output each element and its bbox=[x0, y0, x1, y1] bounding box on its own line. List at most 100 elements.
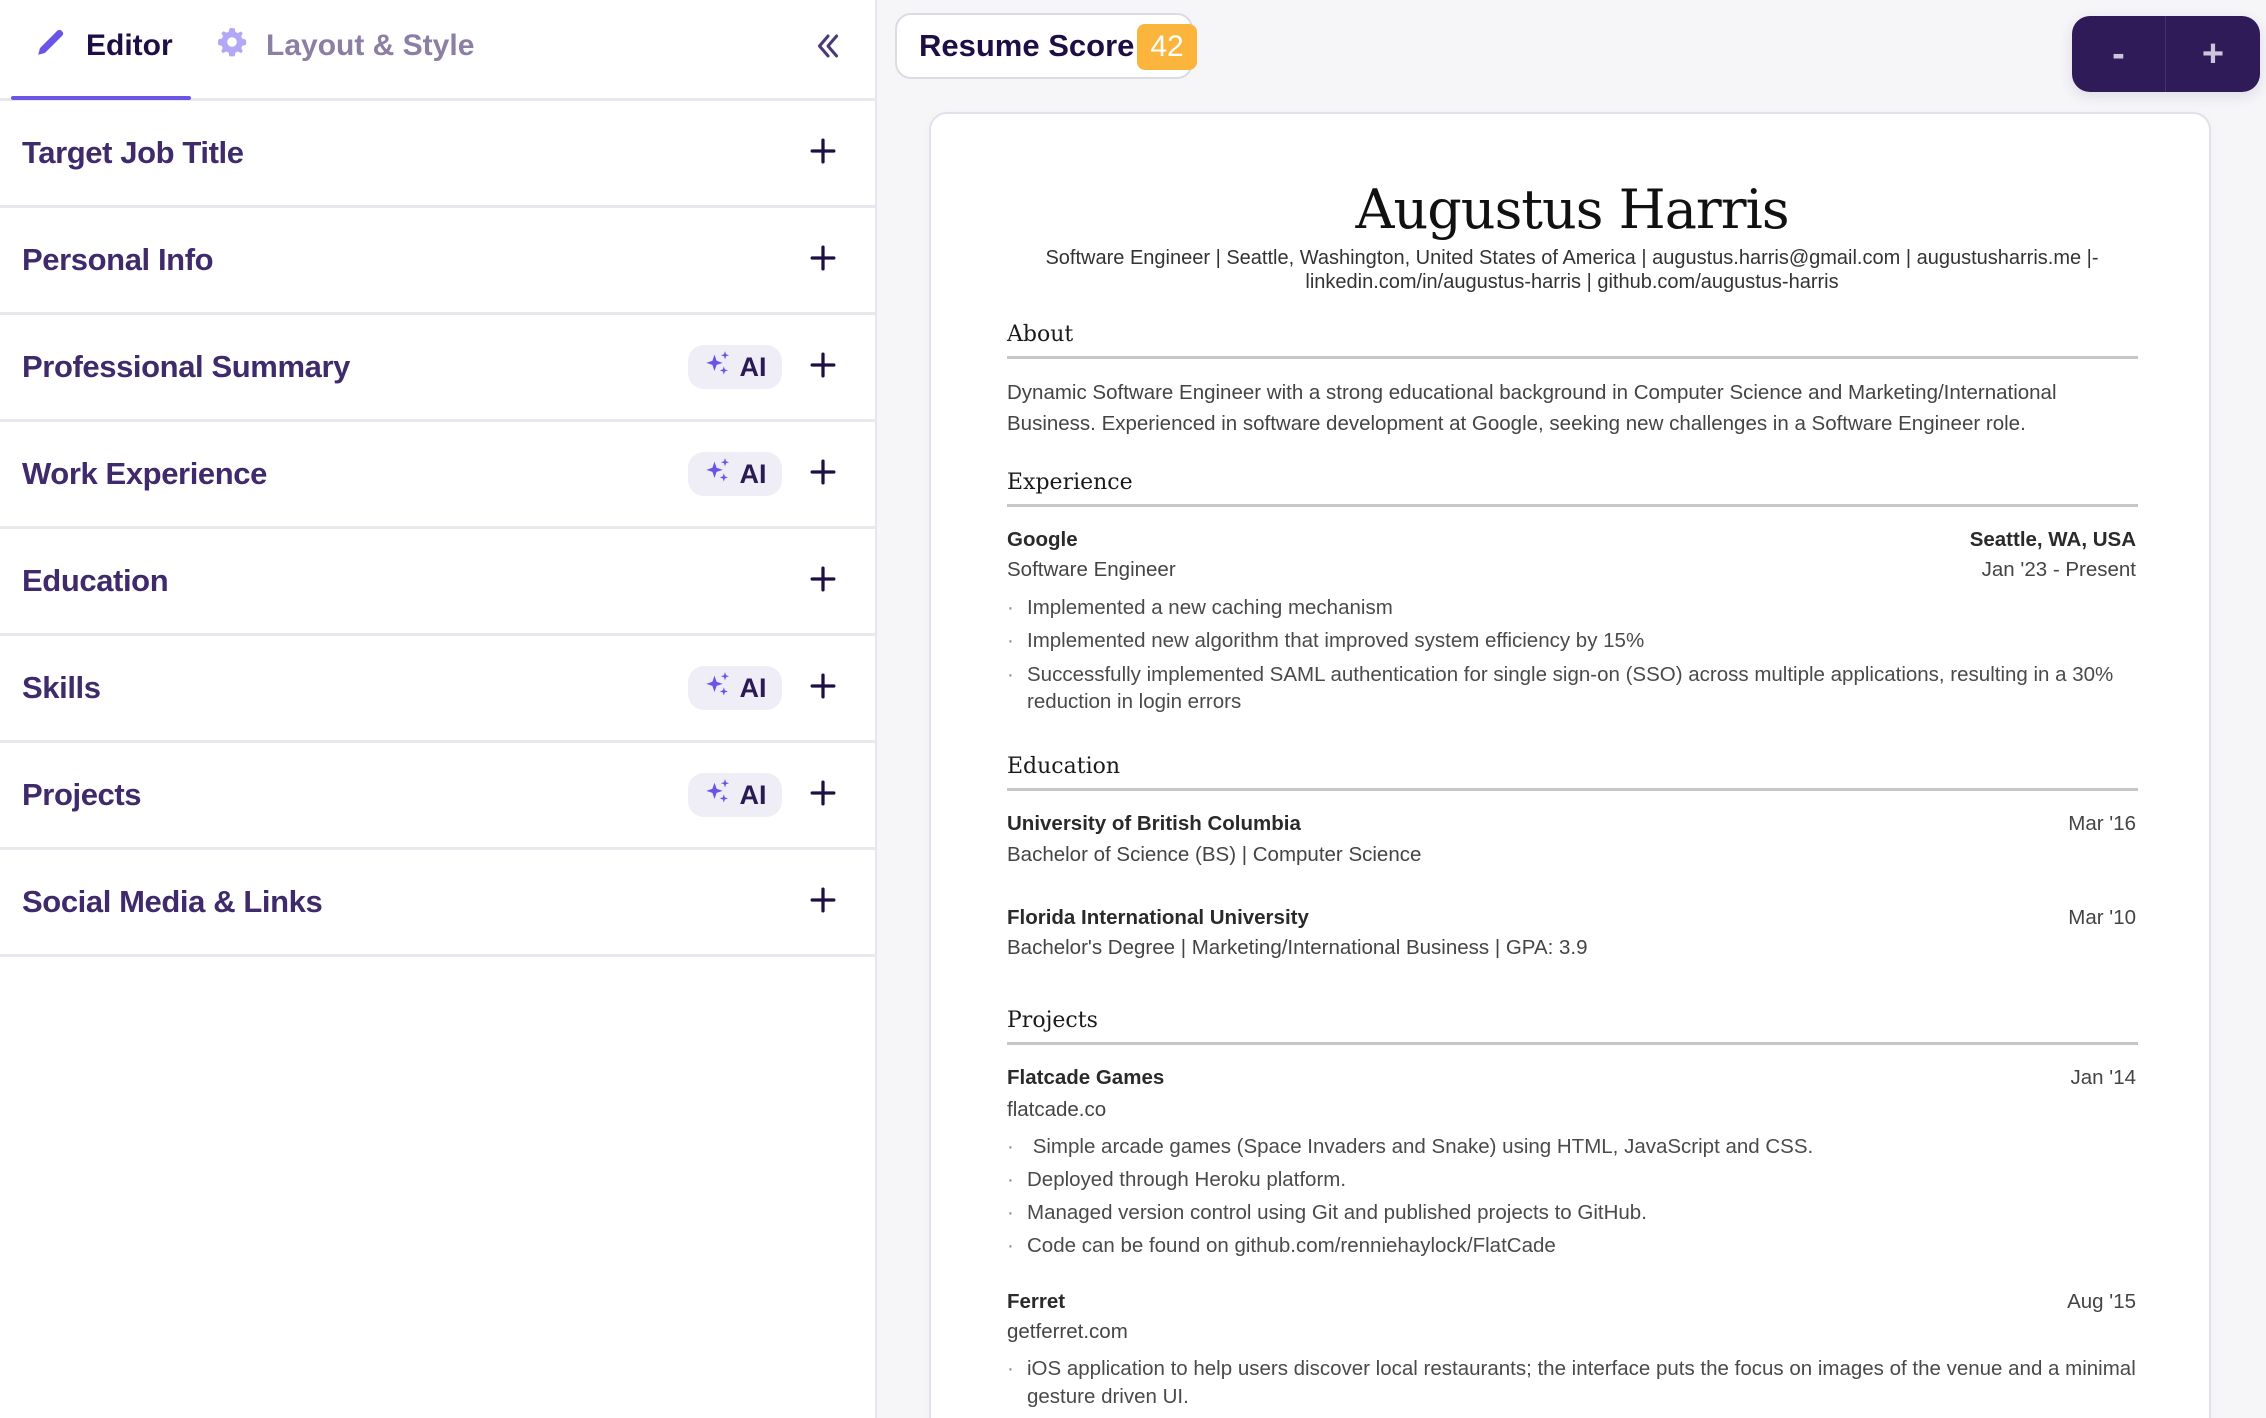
tab-editor[interactable]: Editor bbox=[34, 24, 173, 68]
section-divider bbox=[1007, 356, 2138, 359]
section-heading-projects: Projects bbox=[1007, 1008, 1098, 1033]
plus-icon bbox=[810, 780, 836, 811]
experience-dates: Jan '23 - Present bbox=[1981, 558, 2136, 581]
bullet-text: gesture driven UI. bbox=[1027, 1385, 1189, 1408]
bullet-text: Implemented new algorithm that improved … bbox=[1027, 629, 1645, 652]
education-degree: Bachelor's Degree | Marketing/Internatio… bbox=[1007, 936, 1588, 959]
add-skills-button[interactable] bbox=[808, 673, 838, 703]
double-chevron-left-icon bbox=[811, 29, 845, 68]
sparkles-icon bbox=[704, 778, 732, 813]
add-social-media-links-button[interactable] bbox=[808, 887, 838, 917]
experience-location: Seattle, WA, USA bbox=[1969, 528, 2136, 551]
resume-builder-app: Editor Layout & Style Target Job Title P… bbox=[0, 0, 2266, 1418]
ai-assist-button[interactable]: AI bbox=[688, 773, 782, 817]
section-label: Skills bbox=[22, 670, 101, 705]
plus-icon bbox=[810, 887, 836, 918]
ai-label: AI bbox=[739, 351, 767, 382]
experience-bullet: · Successfully implemented SAML authentic… bbox=[1007, 663, 2114, 686]
sparkles-icon bbox=[704, 350, 732, 385]
project-bullet: · Deployed through Heroku platform. bbox=[1007, 1168, 1347, 1191]
bullet-text: Deployed through Heroku platform. bbox=[1027, 1168, 1347, 1191]
tab-layout-style[interactable]: Layout & Style bbox=[216, 24, 474, 68]
section-work-experience[interactable]: Work Experience AI bbox=[0, 422, 875, 529]
plus-icon bbox=[810, 459, 836, 490]
resume-score-label: Resume Score bbox=[919, 28, 1135, 63]
section-label: Work Experience bbox=[22, 456, 267, 491]
zoom-in-button[interactable]: + bbox=[2166, 16, 2260, 92]
ai-label: AI bbox=[739, 672, 767, 703]
collapse-sidebar-button[interactable] bbox=[808, 28, 848, 68]
project-bullet: · Code can be found on github.com/rennieh… bbox=[1007, 1234, 1556, 1257]
plus-icon bbox=[810, 352, 836, 383]
project-date: Jan '14 bbox=[2070, 1066, 2136, 1089]
section-target-job-title[interactable]: Target Job Title bbox=[0, 101, 875, 208]
pencil-icon bbox=[34, 25, 68, 67]
section-list: Target Job Title Personal Info Professio… bbox=[0, 101, 875, 957]
section-personal-info[interactable]: Personal Info bbox=[0, 208, 875, 315]
zoom-controls: - + bbox=[2072, 16, 2260, 92]
resume-name: Augustus Harris bbox=[1355, 178, 1789, 241]
bullet-text: Successfully implemented SAML authentica… bbox=[1027, 663, 2114, 686]
section-divider bbox=[1007, 1042, 2138, 1045]
tab-layout-label: Layout & Style bbox=[266, 29, 475, 62]
ai-assist-button[interactable]: AI bbox=[688, 345, 782, 389]
section-professional-summary[interactable]: Professional Summary AI bbox=[0, 315, 875, 422]
project-bullet: · Managed version control using Git and p… bbox=[1007, 1201, 1647, 1224]
project-bullet-continued: gesture driven UI. bbox=[1007, 1385, 1189, 1409]
plus-icon bbox=[810, 245, 836, 276]
add-projects-button[interactable] bbox=[808, 780, 838, 810]
section-divider bbox=[1007, 788, 2138, 791]
section-label: Professional Summary bbox=[22, 349, 350, 384]
about-text-line: Dynamic Software Engineer with a strong … bbox=[1007, 381, 2057, 404]
resume-score-button[interactable]: Resume Score 42 bbox=[895, 13, 1197, 79]
section-label: Education bbox=[22, 563, 169, 598]
add-personal-info-button[interactable] bbox=[808, 245, 838, 275]
ai-assist-button[interactable]: AI bbox=[688, 666, 782, 710]
section-heading-education: Education bbox=[1007, 754, 1121, 779]
education-date: Mar '10 bbox=[2068, 906, 2136, 929]
ai-label: AI bbox=[739, 779, 767, 810]
project-url: flatcade.co bbox=[1007, 1098, 1107, 1121]
bullet-text: Managed version control using Git and pu… bbox=[1027, 1201, 1647, 1224]
section-heading-about: About bbox=[1007, 322, 1074, 347]
project-bullet: · iOS application to help users discover … bbox=[1007, 1357, 2136, 1380]
section-label: Target Job Title bbox=[22, 135, 244, 170]
plus-icon bbox=[810, 566, 836, 597]
section-social-media-links[interactable]: Social Media & Links bbox=[0, 850, 875, 957]
tab-editor-label: Editor bbox=[86, 29, 173, 62]
add-professional-summary-button[interactable] bbox=[808, 352, 838, 382]
sparkles-icon bbox=[704, 457, 732, 492]
experience-bullet-continued: reduction in login errors bbox=[1007, 690, 1241, 714]
plus-icon bbox=[810, 673, 836, 704]
ai-label: AI bbox=[739, 458, 767, 489]
editor-sidebar: Editor Layout & Style Target Job Title P… bbox=[0, 0, 877, 1418]
education-date: Mar '16 bbox=[2068, 812, 2136, 835]
section-projects[interactable]: Projects AI bbox=[0, 743, 875, 850]
bullet-text: Implemented a new caching mechanism bbox=[1027, 596, 1393, 619]
project-date: Aug '15 bbox=[2067, 1290, 2136, 1313]
resume-preview: Augustus Harris Software Engineer | Seat… bbox=[929, 112, 2211, 1418]
section-skills[interactable]: Skills AI bbox=[0, 636, 875, 743]
section-heading-experience: Experience bbox=[1007, 470, 1133, 495]
project-url: getferret.com bbox=[1007, 1320, 1128, 1343]
resume-contact-line: Software Engineer | Seattle, Washington,… bbox=[1045, 247, 2099, 269]
project-bullet: · Simple arcade games (Space Invaders an… bbox=[1007, 1135, 1814, 1158]
ai-assist-button[interactable]: AI bbox=[688, 452, 782, 496]
gear-icon bbox=[216, 26, 248, 66]
bullet-text: reduction in login errors bbox=[1027, 690, 1242, 713]
section-label: Social Media & Links bbox=[22, 884, 323, 919]
plus-icon bbox=[810, 138, 836, 169]
section-education[interactable]: Education bbox=[0, 529, 875, 636]
add-education-button[interactable] bbox=[808, 566, 838, 596]
zoom-out-button[interactable]: - bbox=[2072, 16, 2166, 92]
sidebar-tabs: Editor Layout & Style bbox=[0, 0, 875, 101]
experience-bullet: · Implemented new algorithm that improved… bbox=[1007, 629, 1645, 652]
section-divider bbox=[1007, 504, 2138, 507]
resume-score-badge: 42 bbox=[1137, 24, 1197, 70]
add-work-experience-button[interactable] bbox=[808, 459, 838, 489]
add-target-job-title-button[interactable] bbox=[808, 138, 838, 168]
experience-bullet: · Implemented a new caching mechanism bbox=[1007, 596, 1393, 619]
section-label: Personal Info bbox=[22, 242, 214, 277]
bullet-text: Code can be found on github.com/rennieha… bbox=[1027, 1234, 1556, 1257]
bullet-text: Simple arcade games (Space Invaders and … bbox=[1027, 1135, 1814, 1158]
